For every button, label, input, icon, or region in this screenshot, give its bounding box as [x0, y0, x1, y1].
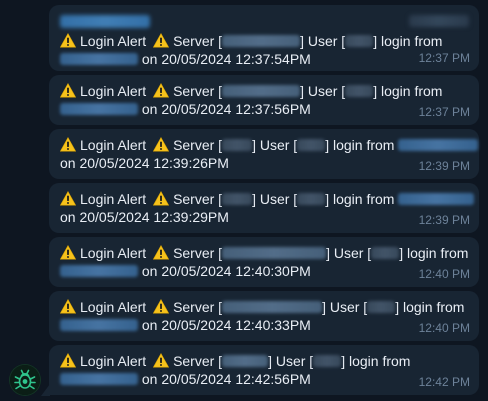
redacted-ip-link[interactable] [60, 103, 138, 115]
message-bubble[interactable]: Login Alert Server [ ] User [ ] login from… [49, 345, 479, 395]
warning-icon [153, 137, 169, 152]
server-label: Server [ [173, 137, 223, 153]
alert-title: Login Alert [80, 299, 147, 315]
message-time: 12:40 PM [418, 267, 470, 281]
alert-title: Login Alert [80, 137, 147, 153]
login-datetime: 20/05/2024 12:39:29PM [79, 209, 229, 225]
server-label: Server [ [173, 83, 223, 99]
server-label: Server [ [173, 191, 223, 207]
redacted-user [313, 355, 342, 367]
bot-avatar-icon[interactable] [9, 364, 41, 396]
message-bubble[interactable]: Login Alert Server [ ] User [ ] login from… [49, 237, 479, 287]
server-label: Server [ [173, 245, 223, 261]
warning-icon [60, 353, 76, 368]
sender-header [60, 12, 469, 30]
redacted-ip-link[interactable] [398, 139, 479, 151]
message-bubble[interactable]: Login Alert Server [ ] User [ ] login from… [49, 129, 479, 179]
redacted-user [345, 85, 374, 97]
message-time: 12:39 PM [418, 213, 470, 227]
bug-icon [10, 365, 40, 395]
bubble-tail [41, 384, 50, 396]
alert-title: Login Alert [80, 353, 147, 369]
redacted-server [222, 301, 323, 313]
warning-icon [60, 191, 76, 206]
message-time: 12:39 PM [418, 159, 470, 173]
redacted-ip-link[interactable] [60, 319, 138, 331]
login-datetime: 20/05/2024 12:40:33PM [161, 317, 311, 333]
on-label: on [141, 51, 158, 67]
user-label: ] User [ [252, 137, 298, 153]
login-datetime: 20/05/2024 12:42:56PM [161, 371, 311, 387]
login-label: ] login from [373, 83, 443, 99]
on-label: on [60, 209, 76, 225]
warning-icon [60, 83, 76, 98]
warning-icon [153, 33, 169, 48]
login-datetime: 20/05/2024 12:39:26PM [79, 155, 229, 171]
message-time: 12:37 PM [418, 51, 470, 65]
login-label: ] login from [373, 33, 443, 49]
redacted-server [222, 35, 301, 47]
message-bubble[interactable]: Login Alert Server [ ] User [ ] login from… [49, 291, 479, 341]
redacted-user [297, 139, 326, 151]
redacted-ip-link[interactable] [60, 53, 138, 65]
on-label: on [141, 101, 158, 117]
user-label: ] User [ [268, 353, 314, 369]
message-bubble[interactable]: Login Alert Server [ ] User [ ] login from… [49, 5, 479, 71]
message-time: 12:42 PM [418, 375, 470, 389]
login-label: ] login from [399, 245, 469, 261]
login-datetime: 20/05/2024 12:37:54PM [161, 51, 311, 67]
message-stream[interactable]: Login Alert Server [ ] User [ ] login from… [0, 0, 488, 401]
login-datetime: 20/05/2024 12:40:30PM [161, 263, 311, 279]
redacted-server [222, 355, 269, 367]
user-label: ] User [ [252, 191, 298, 207]
warning-icon [60, 33, 76, 48]
user-label: ] User [ [300, 33, 346, 49]
warning-icon [153, 299, 169, 314]
server-label: Server [ [173, 33, 223, 49]
alert-title: Login Alert [80, 245, 147, 261]
alert-title: Login Alert [80, 191, 147, 207]
login-label: ] login from [325, 191, 395, 207]
warning-icon [153, 245, 169, 260]
redacted-sender-meta [409, 15, 469, 27]
on-label: on [60, 155, 76, 171]
warning-icon [153, 353, 169, 368]
warning-icon [60, 299, 76, 314]
user-label: ] User [ [322, 299, 368, 315]
redacted-ip-link[interactable] [60, 373, 138, 385]
redacted-user [297, 193, 326, 205]
login-label: ] login from [341, 353, 411, 369]
on-label: on [141, 371, 158, 387]
warning-icon [153, 83, 169, 98]
login-datetime: 20/05/2024 12:37:56PM [161, 101, 311, 117]
redacted-server [222, 193, 253, 205]
redacted-server [222, 85, 301, 97]
user-label: ] User [ [326, 245, 372, 261]
server-label: Server [ [173, 299, 223, 315]
redacted-ip-link[interactable] [60, 265, 138, 277]
message-time: 12:40 PM [418, 321, 470, 335]
user-label: ] User [ [300, 83, 346, 99]
redacted-server [222, 247, 327, 259]
redacted-sender-name [60, 15, 150, 28]
alert-title: Login Alert [80, 33, 147, 49]
redacted-server [222, 139, 253, 151]
message-time: 12:37 PM [418, 105, 470, 119]
message-bubble[interactable]: Login Alert Server [ ] User [ ] login from… [49, 75, 479, 125]
redacted-user [371, 247, 400, 259]
warning-icon [60, 137, 76, 152]
server-label: Server [ [173, 353, 223, 369]
on-label: on [141, 263, 158, 279]
on-label: on [141, 317, 158, 333]
warning-icon [153, 191, 169, 206]
login-label: ] login from [325, 137, 395, 153]
redacted-user [367, 301, 396, 313]
message-bubble[interactable]: Login Alert Server [ ] User [ ] login from… [49, 183, 479, 233]
redacted-user [345, 35, 374, 47]
warning-icon [60, 245, 76, 260]
login-label: ] login from [395, 299, 465, 315]
redacted-ip-link[interactable] [398, 193, 475, 205]
alert-title: Login Alert [80, 83, 147, 99]
